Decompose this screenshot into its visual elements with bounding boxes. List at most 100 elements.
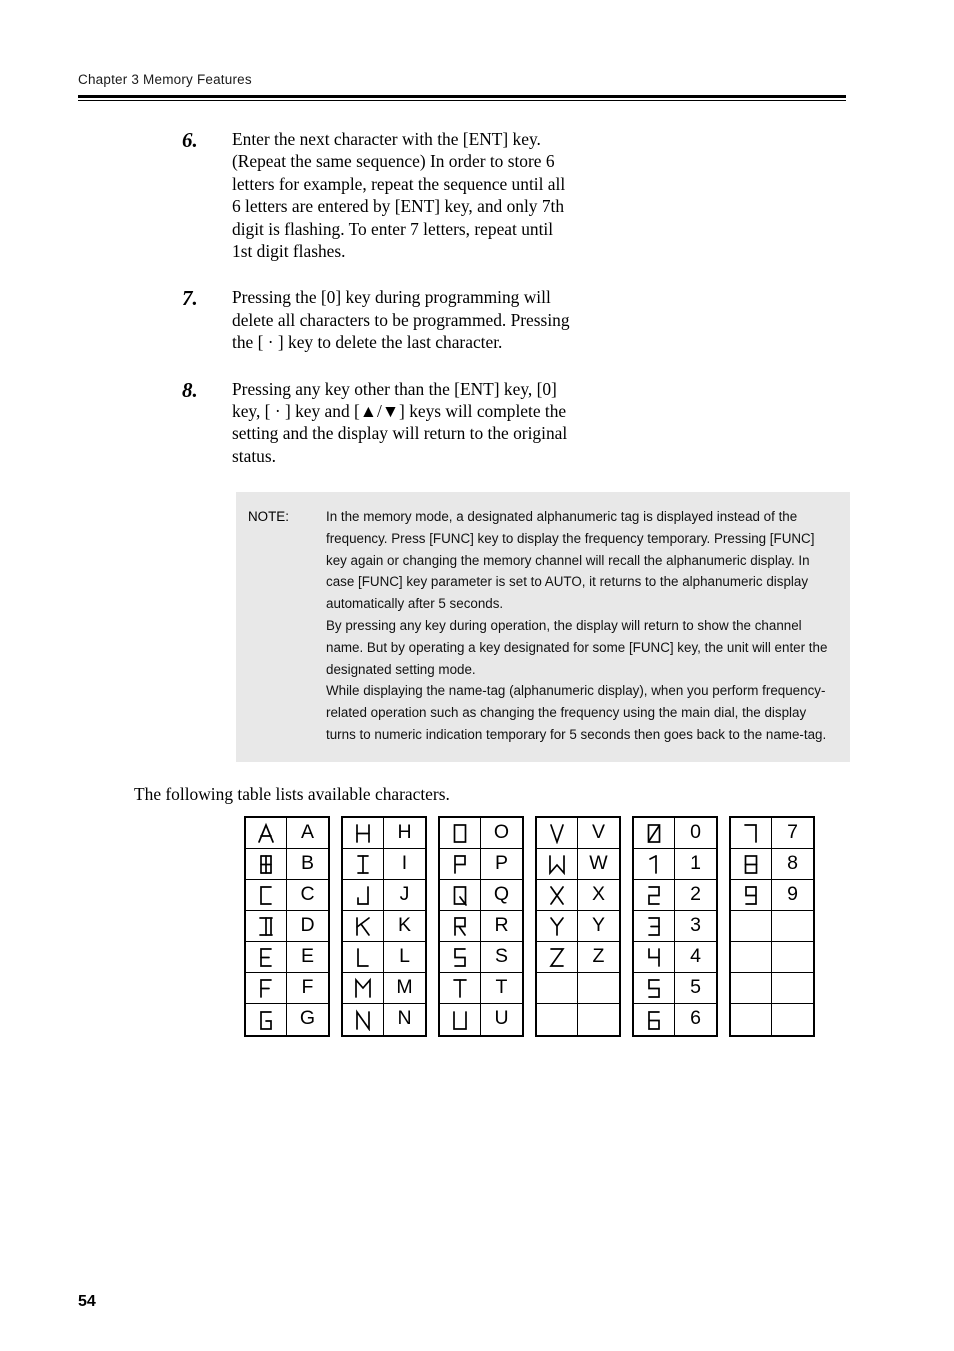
char-row: 5 (634, 973, 716, 1004)
lcd-glyph-0 (634, 818, 675, 848)
char-label: Y (591, 913, 605, 936)
char-row: 8 (731, 849, 813, 880)
char-row: 6 (634, 1004, 716, 1035)
char-label: 7 (787, 820, 798, 843)
char-label: 0 (690, 820, 701, 843)
char-column: 7 8 9 (729, 816, 815, 1037)
char-label (772, 1004, 813, 1035)
char-label: E (300, 944, 314, 967)
chapter-label: Chapter 3 Memory Features (78, 72, 252, 87)
lcd-glyph-N (343, 1004, 384, 1035)
char-row-empty (731, 973, 813, 1004)
lcd-glyph-5 (634, 973, 675, 1003)
lcd-glyph-2 (634, 880, 675, 910)
char-label: W (589, 851, 608, 874)
char-label (578, 1004, 619, 1035)
char-column: V W X Y Z (535, 816, 621, 1037)
page-header: Chapter 3 Memory Features (78, 72, 846, 87)
char-label (578, 973, 619, 1003)
document-page: Chapter 3 Memory Features 6. Enter the n… (0, 0, 954, 1351)
char-label: T (495, 975, 508, 998)
lcd-glyph-8 (731, 849, 772, 879)
char-row: M (343, 973, 425, 1004)
char-row-empty (731, 942, 813, 973)
note-paragraph: By pressing any key during operation, th… (326, 617, 828, 677)
lcd-glyph-empty (731, 942, 772, 972)
header-rule-thick (78, 95, 846, 98)
char-row: 7 (731, 818, 813, 849)
char-label: B (300, 851, 314, 874)
char-row: Q (440, 880, 522, 911)
char-label (772, 942, 813, 972)
char-label: K (397, 913, 411, 936)
note-label: NOTE: (248, 509, 289, 524)
lcd-glyph-F (246, 973, 287, 1003)
char-label: J (399, 882, 410, 905)
char-row: O (440, 818, 522, 849)
lcd-glyph-D (246, 911, 287, 941)
lcd-glyph-R (440, 911, 481, 941)
lcd-glyph-empty (537, 1004, 578, 1035)
char-row: W (537, 849, 619, 880)
note-box: NOTE: In the memory mode, a designated a… (236, 492, 850, 762)
char-label: O (493, 820, 510, 843)
lcd-glyph-K (343, 911, 384, 941)
char-column: O P Q R S T U (438, 816, 524, 1037)
char-row: Y (537, 911, 619, 942)
char-label: 1 (690, 851, 701, 874)
lcd-glyph-I (343, 849, 384, 879)
step-number: 8. (182, 377, 198, 402)
lcd-glyph-4 (634, 942, 675, 972)
char-row: N (343, 1004, 425, 1035)
char-row-empty (537, 973, 619, 1004)
step-item: 6. Enter the next character with the [EN… (182, 128, 782, 262)
step-list: 6. Enter the next character with the [EN… (182, 128, 782, 489)
lcd-glyph-O (440, 818, 481, 848)
char-label: M (396, 975, 413, 998)
char-row-empty (537, 1004, 619, 1035)
page-number: 54 (78, 1293, 96, 1310)
char-label: R (494, 913, 509, 936)
char-label: A (300, 820, 314, 843)
char-label: C (300, 882, 315, 905)
lcd-glyph-1 (634, 849, 675, 879)
char-label: Z (592, 944, 605, 967)
lcd-glyph-empty (731, 1004, 772, 1035)
char-row: 9 (731, 880, 813, 911)
char-label: N (397, 1007, 412, 1030)
step-text: Enter the next character with the [ENT] … (232, 129, 566, 262)
char-row: 1 (634, 849, 716, 880)
char-label: Q (493, 882, 510, 905)
char-row: D (246, 911, 328, 942)
char-column: A B C D E F G (244, 816, 330, 1037)
lcd-glyph-B (246, 849, 287, 879)
char-label: 4 (690, 944, 701, 967)
char-label: 2 (690, 882, 701, 905)
char-row: F (246, 973, 328, 1004)
char-label: G (299, 1007, 316, 1030)
step-item: 7. Pressing the [0] key during programmi… (182, 286, 782, 353)
lcd-glyph-7 (731, 818, 772, 848)
character-table: A B C D E F G H I J K L M N O P Q R S T … (244, 816, 815, 1037)
lcd-glyph-U (440, 1004, 481, 1035)
char-row: R (440, 911, 522, 942)
char-label: V (591, 820, 605, 843)
char-row: 3 (634, 911, 716, 942)
char-label: U (494, 1007, 509, 1030)
char-row: K (343, 911, 425, 942)
lcd-glyph-S (440, 942, 481, 972)
char-row: 0 (634, 818, 716, 849)
char-column: H I J K L M N (341, 816, 427, 1037)
step-number: 7. (182, 286, 198, 311)
lcd-glyph-L (343, 942, 384, 972)
lcd-glyph-J (343, 880, 384, 910)
lcd-glyph-V (537, 818, 578, 848)
lcd-glyph-T (440, 973, 481, 1003)
lcd-glyph-H (343, 818, 384, 848)
char-label: 6 (690, 1007, 701, 1030)
char-row: C (246, 880, 328, 911)
header-rule-thin (78, 100, 846, 101)
note-paragraph: In the memory mode, a designated alphanu… (326, 509, 815, 612)
char-label: H (397, 820, 412, 843)
char-row: 2 (634, 880, 716, 911)
